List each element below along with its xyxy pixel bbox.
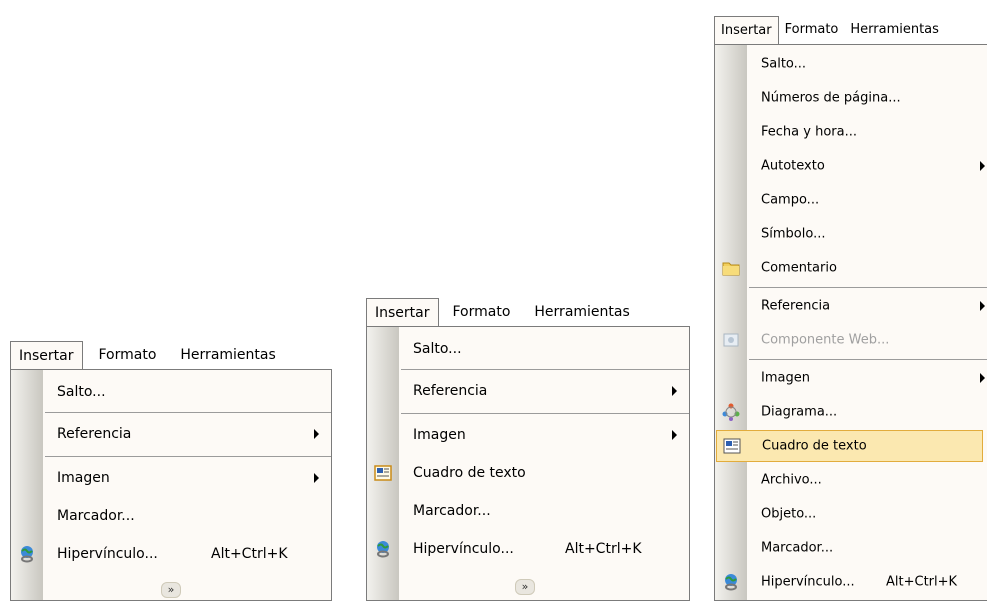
menu-separator	[401, 413, 689, 414]
insertar-menu-partial: Insertar Formato Herramientas Salto... R…	[366, 298, 693, 601]
textbox-icon	[374, 464, 392, 482]
menu-item-shortcut: Alt+Ctrl+K	[565, 541, 642, 557]
submenu-arrow-icon	[314, 429, 319, 439]
menubar-herramientas[interactable]: Herramientas	[172, 341, 283, 369]
menu-item-label: Referencia	[413, 383, 488, 399]
menu-item-imagen[interactable]: Imagen	[11, 460, 331, 496]
menu-item-label: Marcador...	[413, 503, 491, 519]
menu-item-autotexto[interactable]: Autotexto	[715, 149, 987, 183]
menu-item-label: Archivo...	[761, 472, 822, 488]
comment-icon	[722, 259, 740, 277]
menu-item-marcador[interactable]: Marcador...	[367, 493, 689, 529]
textbox-icon	[723, 437, 741, 455]
menu-separator	[45, 456, 331, 457]
menubar-herramientas[interactable]: Herramientas	[526, 298, 637, 326]
menu-item-label: Fecha y hora...	[761, 124, 857, 140]
menubar-formato[interactable]: Formato	[445, 298, 519, 326]
menu-item-componente-web: Componente Web...	[715, 323, 987, 357]
menu-item-shortcut: Alt+Ctrl+K	[211, 546, 288, 562]
menu-item-hipervinculo[interactable]: Hipervínculo... Alt+Ctrl+K	[715, 565, 987, 599]
menu-item-label: Diagrama...	[761, 404, 838, 420]
menu-item-simbolo[interactable]: Símbolo...	[715, 217, 987, 251]
menu-item-label: Hipervínculo...	[413, 541, 514, 557]
menu-item-label: Imagen	[57, 470, 110, 486]
menu-item-referencia[interactable]: Referencia	[11, 416, 331, 452]
hyperlink-icon	[722, 573, 740, 591]
menu-item-label: Referencia	[57, 426, 132, 442]
menubar-insertar[interactable]: Insertar	[366, 298, 439, 326]
menu-item-referencia[interactable]: Referencia	[715, 289, 987, 323]
menu-item-label: Hipervínculo...	[761, 574, 855, 590]
submenu-arrow-icon	[672, 430, 677, 440]
expand-menu-chevron-icon[interactable]: »	[161, 582, 181, 598]
menu-panel: Salto... Números de página... Fecha y ho…	[714, 44, 987, 601]
menu-separator	[749, 287, 987, 288]
menu-item-shortcut: Alt+Ctrl+K	[886, 574, 958, 590]
menu-item-label: Salto...	[761, 56, 807, 72]
menu-item-label: Salto...	[57, 384, 106, 400]
menu-item-campo[interactable]: Campo...	[715, 183, 987, 217]
menu-item-label: Salto...	[413, 341, 462, 357]
menu-item-salto[interactable]: Salto...	[715, 47, 987, 81]
menu-item-label: Campo...	[761, 192, 820, 208]
menu-panel: Salto... Referencia Imagen Marcador... H…	[10, 369, 332, 601]
submenu-arrow-icon	[672, 386, 677, 396]
menu-item-hipervinculo[interactable]: Hipervínculo... Alt+Ctrl+K	[367, 531, 689, 567]
menubar-formato[interactable]: Formato	[779, 16, 845, 44]
menubar-formato[interactable]: Formato	[91, 341, 165, 369]
menu-item-numeros-de-pagina[interactable]: Números de página...	[715, 81, 987, 115]
menu-panel: Salto... Referencia Imagen Cuadro de tex…	[366, 326, 690, 601]
menu-item-imagen[interactable]: Imagen	[715, 361, 987, 395]
web-component-icon	[722, 331, 740, 349]
menu-item-salto[interactable]: Salto...	[11, 374, 331, 410]
menu-item-label: Comentario	[761, 260, 837, 276]
menu-separator	[749, 359, 987, 360]
menu-item-imagen[interactable]: Imagen	[367, 417, 689, 453]
menu-item-referencia[interactable]: Referencia	[367, 373, 689, 409]
menu-item-label: Hipervínculo...	[57, 546, 158, 562]
menu-item-label: Cuadro de texto	[762, 438, 867, 454]
menu-item-diagrama[interactable]: Diagrama...	[715, 395, 987, 429]
menu-item-label: Componente Web...	[761, 332, 890, 348]
submenu-arrow-icon	[314, 473, 319, 483]
diagram-icon	[722, 403, 740, 421]
menubar-insertar[interactable]: Insertar	[10, 341, 83, 369]
menu-separator	[401, 369, 689, 370]
menu-item-label: Marcador...	[761, 540, 834, 556]
submenu-arrow-icon	[980, 301, 985, 311]
menu-separator	[45, 412, 331, 413]
menu-item-cuadro-de-texto[interactable]: Cuadro de texto	[367, 455, 689, 491]
menubar: Insertar Formato Herramientas	[714, 16, 987, 44]
menubar: Insertar Formato Herramientas	[366, 298, 693, 326]
menu-item-archivo[interactable]: Archivo...	[715, 463, 987, 497]
menubar-herramientas[interactable]: Herramientas	[844, 16, 945, 44]
menu-item-label: Imagen	[761, 370, 810, 386]
menu-item-fecha-y-hora[interactable]: Fecha y hora...	[715, 115, 987, 149]
menu-item-label: Referencia	[761, 298, 831, 314]
menu-item-salto[interactable]: Salto...	[367, 331, 689, 367]
menu-item-label: Marcador...	[57, 508, 135, 524]
menu-item-cuadro-de-texto[interactable]: Cuadro de texto	[716, 430, 983, 462]
menu-item-hipervinculo[interactable]: Hipervínculo... Alt+Ctrl+K	[11, 536, 331, 572]
insertar-menu-collapsed: Insertar Formato Herramientas Salto... R…	[10, 341, 336, 601]
insertar-menu-expanded: Insertar Formato Herramientas Salto... N…	[714, 16, 987, 601]
menu-item-label: Cuadro de texto	[413, 465, 526, 481]
menu-item-label: Símbolo...	[761, 226, 826, 242]
menu-item-marcador[interactable]: Marcador...	[715, 531, 987, 565]
hyperlink-icon	[18, 545, 36, 563]
menu-item-label: Objeto...	[761, 506, 817, 522]
menu-item-label: Imagen	[413, 427, 466, 443]
menu-item-comentario[interactable]: Comentario	[715, 251, 987, 285]
menubar: Insertar Formato Herramientas	[10, 341, 336, 369]
menubar-insertar[interactable]: Insertar	[714, 16, 779, 44]
menu-item-marcador[interactable]: Marcador...	[11, 498, 331, 534]
submenu-arrow-icon	[980, 373, 985, 383]
menu-item-objeto[interactable]: Objeto...	[715, 497, 987, 531]
hyperlink-icon	[374, 540, 392, 558]
menu-item-label: Autotexto	[761, 158, 825, 174]
submenu-arrow-icon	[980, 161, 985, 171]
menu-item-label: Números de página...	[761, 90, 901, 106]
expand-menu-chevron-icon[interactable]: »	[515, 579, 535, 595]
